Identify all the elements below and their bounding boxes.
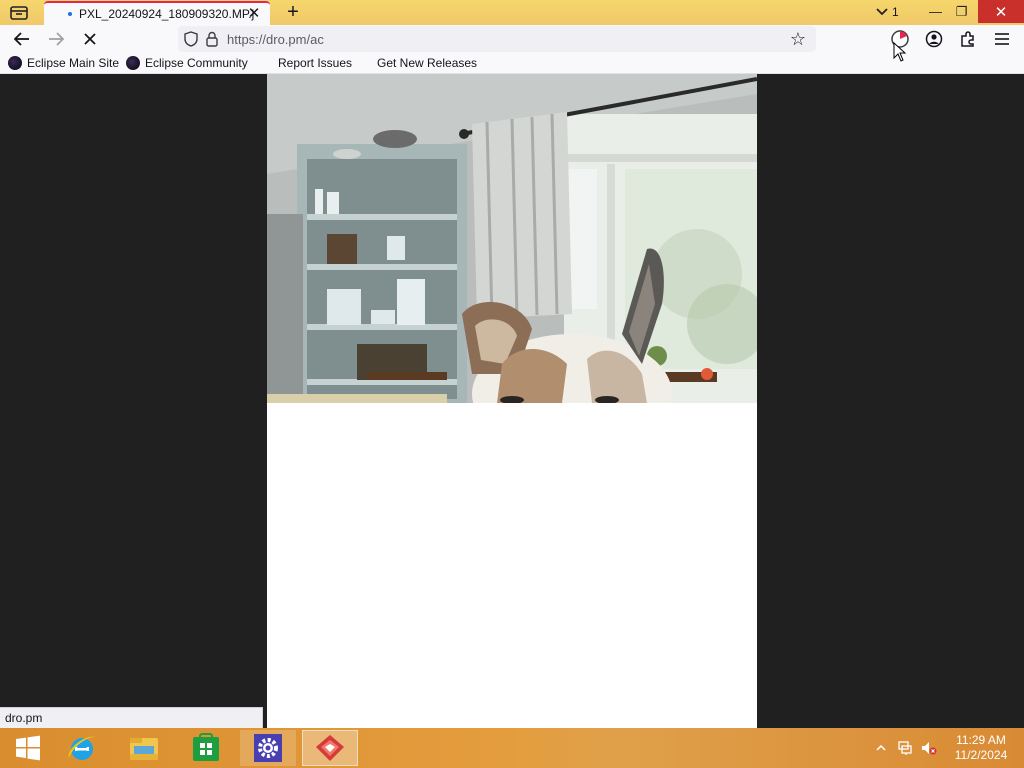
- forward-button[interactable]: [44, 27, 68, 51]
- stop-x-icon: [84, 33, 96, 45]
- bookmark-label: Eclipse Main Site: [27, 56, 120, 70]
- navigation-toolbar: https://dro.pm/ac ☆: [0, 25, 1024, 52]
- windows-logo-icon: [16, 735, 40, 761]
- volume-tray[interactable]: [920, 734, 938, 762]
- tab-close-button[interactable]: ✕: [246, 6, 262, 22]
- tab-list-icon: [10, 6, 28, 20]
- start-button[interactable]: [0, 730, 56, 766]
- eclipse-icon: [126, 56, 140, 70]
- page-viewport: dro.pm: [0, 74, 1024, 728]
- network-tray[interactable]: [896, 734, 914, 762]
- puzzle-icon: [961, 31, 974, 47]
- bookmarks-toolbar: Eclipse Main Site Eclipse Community Repo…: [0, 52, 1024, 74]
- tab-count: 1: [892, 5, 899, 19]
- arrow-right-icon: [49, 32, 64, 46]
- lock-icon[interactable]: [204, 30, 220, 48]
- network-icon: [898, 741, 912, 755]
- restore-button[interactable]: ❐: [945, 0, 978, 23]
- bookmark-label: Eclipse Community: [145, 56, 248, 70]
- photo-illustration: [267, 74, 757, 403]
- account-icon: [925, 30, 943, 48]
- stop-loading-button[interactable]: [78, 27, 102, 51]
- taskbar-store[interactable]: [178, 730, 234, 766]
- extensions-button[interactable]: [956, 27, 980, 51]
- eclipse-icon: [8, 56, 22, 70]
- active-tab[interactable]: PXL_20240924_180909320.MP.jpg ✕: [44, 1, 270, 25]
- speaker-muted-icon: [922, 742, 937, 755]
- store-icon: [193, 733, 219, 761]
- status-bar-link: dro.pm: [0, 707, 263, 728]
- taskbar-settings[interactable]: [240, 730, 296, 766]
- windows-taskbar: 11:29 AM 11/2/2024: [0, 728, 1024, 768]
- bookmark-label: Report Issues: [278, 56, 353, 70]
- bookmark-eclipse-community[interactable]: Eclipse Community: [126, 55, 248, 71]
- firefox-dev-icon: [316, 735, 344, 761]
- tracking-shield-icon[interactable]: [182, 30, 200, 48]
- folder-icon: [130, 738, 158, 760]
- back-button[interactable]: [10, 27, 34, 51]
- taskbar-firefox[interactable]: [302, 730, 358, 766]
- tab-overflow-button[interactable]: 1: [876, 3, 912, 21]
- new-tab-button[interactable]: +: [283, 2, 303, 22]
- close-window-button[interactable]: ✕: [978, 0, 1024, 23]
- show-hidden-icons-button[interactable]: [874, 734, 888, 762]
- bookmark-star-icon[interactable]: ☆: [788, 29, 808, 49]
- tab-media-dot-icon: [68, 12, 72, 16]
- app-menu-button[interactable]: [990, 27, 1014, 51]
- arrow-left-icon: [14, 32, 29, 46]
- chevron-down-icon: [876, 8, 888, 16]
- account-button[interactable]: [922, 27, 946, 51]
- bookmark-label: Get New Releases: [377, 56, 478, 70]
- chevron-up-icon: [876, 745, 886, 751]
- tab-title: PXL_20240924_180909320.MP.jpg: [79, 7, 255, 21]
- hamburger-menu-icon: [995, 33, 1009, 45]
- bookmark-report-issues[interactable]: Report Issues: [278, 55, 352, 71]
- mouse-cursor-icon: [893, 42, 907, 62]
- taskbar-file-explorer[interactable]: [116, 730, 172, 766]
- url-text: https://dro.pm/ac: [227, 32, 324, 47]
- photo-dog-in-kitchen[interactable]: [267, 74, 757, 403]
- clock-date: 11/2/2024: [954, 748, 1008, 762]
- image-page: [267, 74, 757, 728]
- bookmark-eclipse-main-site[interactable]: Eclipse Main Site: [8, 55, 119, 71]
- internet-explorer-icon: [68, 736, 96, 760]
- bookmark-get-new-releases[interactable]: Get New Releases: [377, 55, 477, 71]
- taskbar-internet-explorer[interactable]: [54, 730, 110, 766]
- tab-strip: PXL_20240924_180909320.MP.jpg ✕ + 1 — ❐ …: [0, 0, 1024, 25]
- list-all-tabs-button[interactable]: [8, 4, 30, 22]
- taskbar-clock[interactable]: 11:29 AM 11/2/2024: [946, 733, 1016, 763]
- gear-icon: [254, 734, 282, 762]
- clock-time: 11:29 AM: [956, 733, 1006, 747]
- address-bar[interactable]: https://dro.pm/ac ☆: [178, 26, 816, 52]
